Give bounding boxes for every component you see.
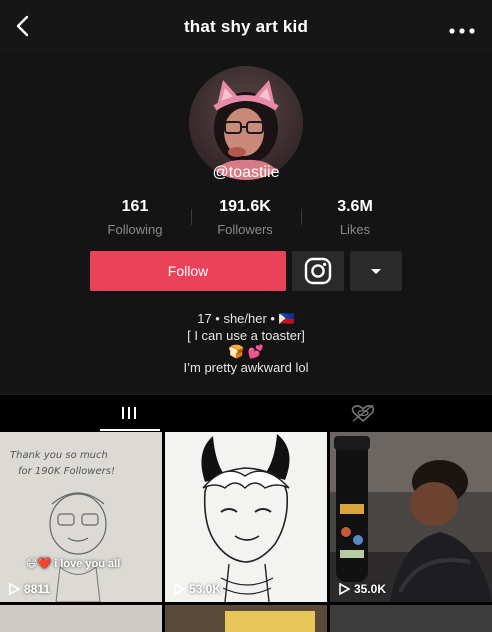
thumbnail-note-graphic <box>225 611 315 632</box>
tab-liked[interactable] <box>246 395 492 433</box>
instagram-icon <box>304 257 332 285</box>
photo-thumbnail-image <box>330 432 492 602</box>
bio-line-4: I’m pretty awkward lol <box>183 360 309 375</box>
video-thumbnail[interactable]: Thank you so much for 190K Followers! 😄❤… <box>0 432 162 602</box>
view-count: 53.0K <box>173 582 221 596</box>
play-icon <box>339 583 350 595</box>
video-thumbnail[interactable]: 35.0K <box>330 432 492 602</box>
drawn-text-line-2: for 190K Followers! <box>18 466 115 477</box>
stat-following-label: Following <box>107 222 163 237</box>
avatar-image <box>189 66 303 180</box>
grid-icon <box>122 407 136 419</box>
top-bar: that shy art kid <box>0 0 492 52</box>
stat-followers[interactable]: 191.6K Followers <box>190 198 300 237</box>
view-count: 8811 <box>8 582 50 596</box>
caret-down-icon <box>371 269 381 274</box>
play-icon <box>9 583 20 595</box>
more-dots-icon <box>449 28 475 34</box>
bio-line-1: 17 • she/her • 🇵🇭 <box>197 311 295 326</box>
video-thumbnail[interactable] <box>0 605 162 632</box>
profile-section: @toastiie 161 Following 191.6K Followers… <box>0 52 492 394</box>
stat-following-value: 161 <box>121 198 149 215</box>
video-thumbnail[interactable] <box>330 605 492 632</box>
instagram-button[interactable] <box>292 251 344 291</box>
sketch-thumbnail-image: Thank you so much for 190K Followers! <box>0 432 162 602</box>
lineart-thumbnail-image <box>165 432 327 602</box>
video-thumbnail[interactable] <box>165 605 327 632</box>
view-count-value: 8811 <box>24 582 51 596</box>
tab-videos[interactable] <box>0 395 246 433</box>
more-options-button[interactable] <box>448 22 476 34</box>
bio-line-3: 🍞 💕 <box>228 344 264 359</box>
view-count: 35.0K <box>338 582 386 596</box>
video-caption: 😄❤️ i love you all <box>26 558 121 570</box>
stat-followers-label: Followers <box>217 222 273 237</box>
heart-hidden-icon <box>351 404 375 423</box>
bio-line-2: [ I can use a toaster] <box>187 328 305 343</box>
suggestions-dropdown-button[interactable] <box>350 251 402 291</box>
content-tabs <box>0 394 492 433</box>
stat-likes: 3.6M Likes <box>300 198 410 237</box>
video-grid: Thank you so much for 190K Followers! 😄❤… <box>0 432 492 632</box>
view-count-value: 53.0K <box>189 582 222 596</box>
view-count-value: 35.0K <box>354 582 387 596</box>
page-title: that shy art kid <box>183 17 309 36</box>
drawn-text-line-1: Thank you so much <box>10 450 108 461</box>
username: @toastiie <box>212 164 280 181</box>
stat-followers-value: 191.6K <box>219 198 271 215</box>
follow-button[interactable]: Follow <box>90 251 286 291</box>
stat-likes-label: Likes <box>339 222 371 237</box>
stat-likes-value: 3.6M <box>337 198 373 215</box>
play-icon <box>174 583 185 595</box>
video-thumbnail[interactable]: 53.0K <box>165 432 327 602</box>
stat-following[interactable]: 161 Following <box>80 198 190 237</box>
avatar[interactable] <box>189 66 303 180</box>
tab-active-indicator <box>100 429 160 431</box>
